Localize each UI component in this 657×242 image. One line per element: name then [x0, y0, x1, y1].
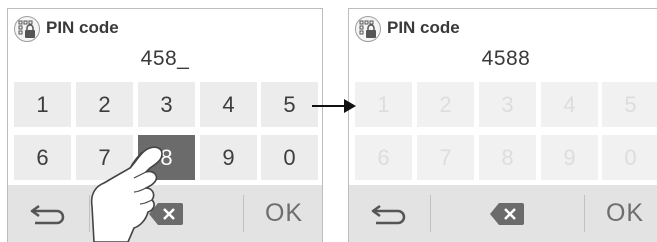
key-2: 2 [417, 82, 474, 127]
key-5: 5 [602, 82, 657, 127]
back-arrow-icon [30, 204, 65, 224]
ok-button[interactable]: OK [585, 185, 657, 242]
key-4: 4 [541, 82, 598, 127]
pin-entry-display: 458_ [140, 47, 190, 70]
keypad-lock-icon [355, 16, 381, 42]
numeric-keypad-disabled: 1 2 3 4 5 6 7 8 9 0 [355, 82, 657, 180]
page-title: PIN code [46, 18, 119, 37]
key-3: 3 [479, 82, 536, 127]
backspace-icon [490, 202, 524, 225]
key-1[interactable]: 1 [14, 82, 71, 127]
key-1: 1 [355, 82, 412, 127]
key-8: 8 [479, 135, 536, 180]
back-button[interactable] [8, 185, 88, 242]
action-bar: OK [349, 185, 657, 242]
key-6[interactable]: 6 [14, 135, 71, 180]
back-arrow-icon [371, 204, 406, 224]
key-6: 6 [355, 135, 412, 180]
key-9[interactable]: 9 [200, 135, 257, 180]
ok-button[interactable]: OK [244, 185, 324, 242]
page-title: PIN code [387, 18, 460, 37]
key-2[interactable]: 2 [76, 82, 133, 127]
key-9: 9 [541, 135, 598, 180]
key-0: 0 [602, 135, 657, 180]
pin-header: PIN code 4588 [349, 9, 657, 79]
pin-entry-display: 4588 [481, 47, 531, 70]
key-4[interactable]: 4 [200, 82, 257, 127]
key-7: 7 [417, 135, 474, 180]
delete-button[interactable] [431, 185, 583, 242]
pin-header: PIN code 458_ [8, 9, 322, 79]
key-3[interactable]: 3 [138, 82, 195, 127]
key-0[interactable]: 0 [261, 135, 318, 180]
right-arrow-icon [312, 99, 356, 113]
hand-pointer-icon [90, 146, 163, 242]
back-button[interactable] [349, 185, 429, 242]
keypad-lock-icon [14, 16, 40, 42]
pin-dialog-after: PIN code 4588 1 2 3 4 5 6 7 8 9 0 OK [348, 8, 657, 242]
